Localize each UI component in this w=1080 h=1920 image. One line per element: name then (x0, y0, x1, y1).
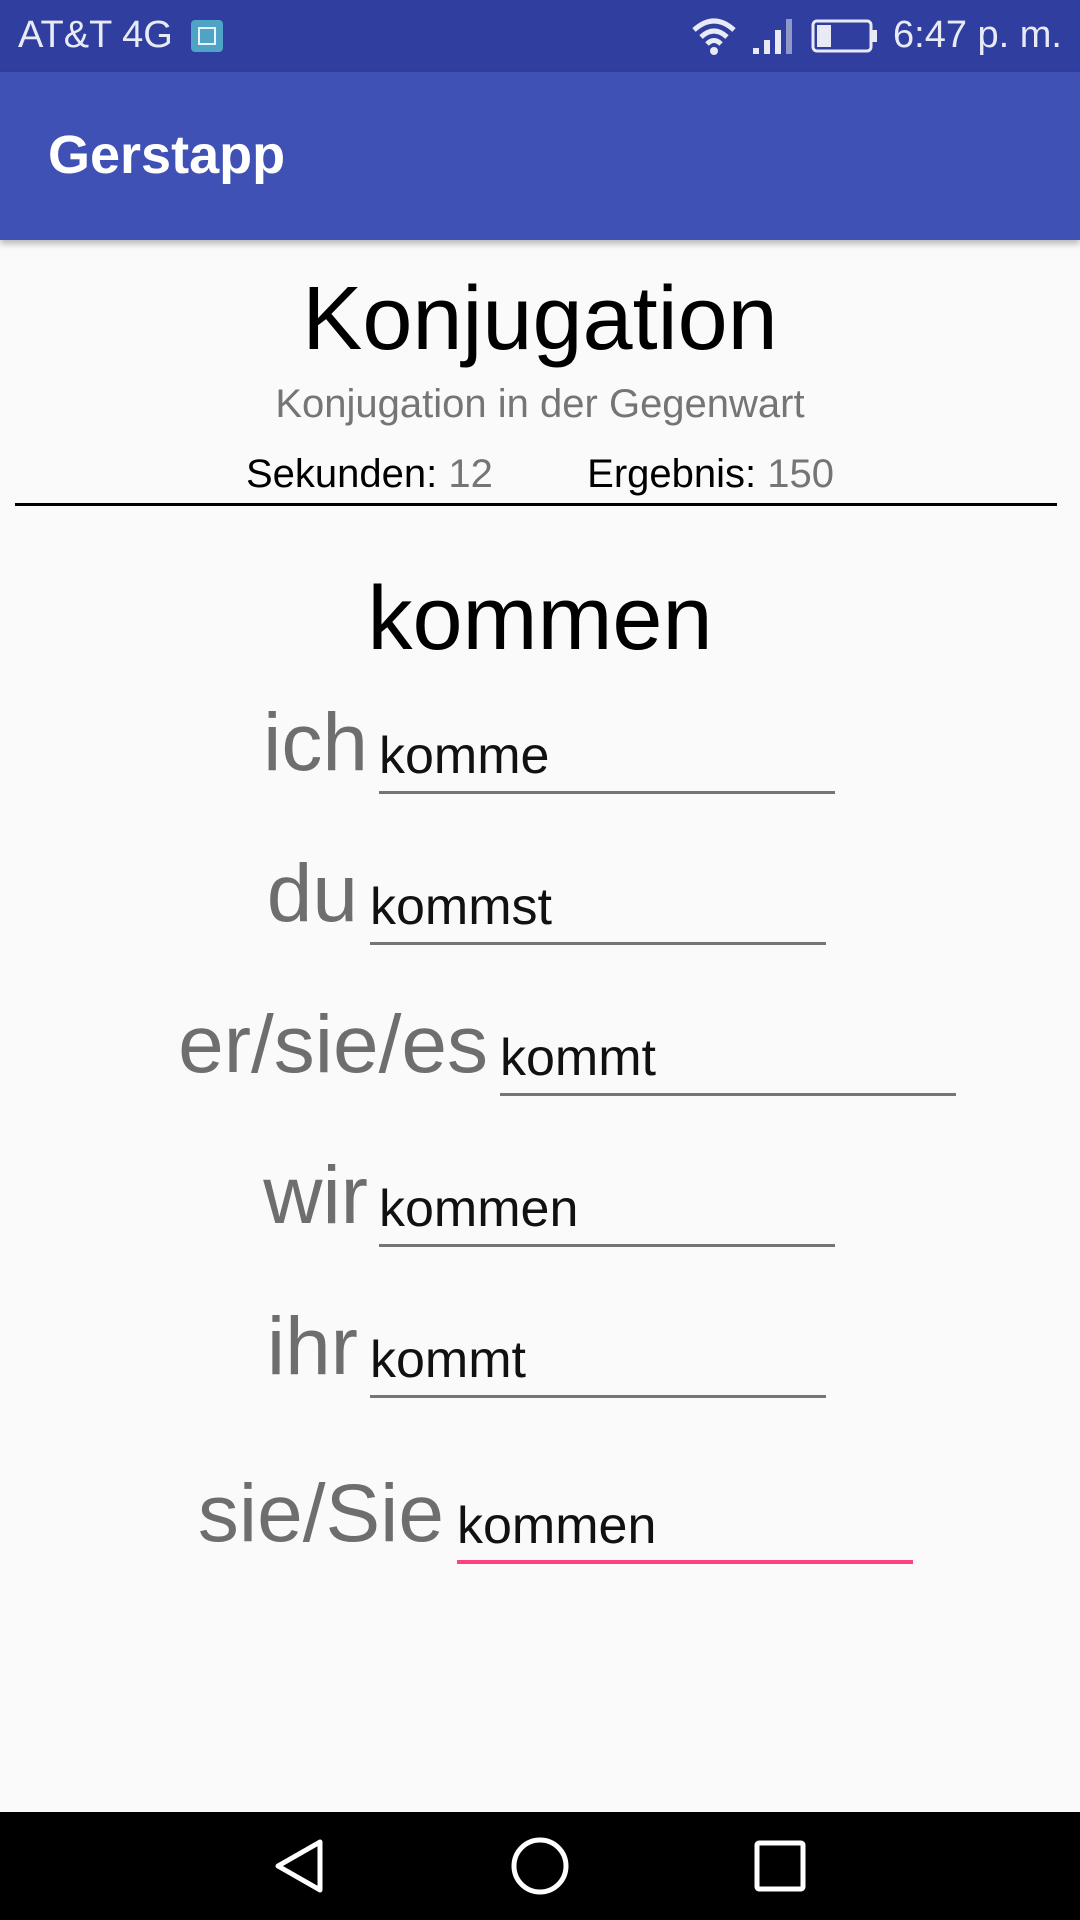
page-subtitle: Konjugation in der Gegenwart (275, 382, 805, 426)
pronoun-label: ich (263, 697, 368, 788)
answer-input-du[interactable]: kommst (370, 875, 826, 945)
cell-signal-icon (753, 18, 793, 54)
conjugation-row-sie-Sie: sie/Sie (0, 1455, 444, 1555)
status-bar: AT&T 4G 6:47 p. m. (0, 0, 1080, 72)
carrier-label: AT&T 4G (18, 14, 173, 56)
header-divider (15, 503, 1057, 506)
pronoun-label: sie/Sie (197, 1468, 444, 1559)
conjugation-row-ich: ich (0, 684, 368, 784)
pronoun-label: ihr (266, 1301, 358, 1392)
verb-title: kommen (367, 569, 713, 669)
page-title: Konjugation (302, 269, 778, 369)
navigation-bar (0, 1812, 1080, 1920)
pronoun-label: du (266, 848, 358, 939)
answer-input-ihr[interactable]: kommt (370, 1328, 826, 1398)
seconds-value: 12 (448, 452, 493, 496)
conjugation-row-wir: wir (0, 1137, 368, 1237)
wifi-icon (692, 18, 736, 55)
home-icon[interactable] (508, 1834, 572, 1898)
answer-input-sie-Sie[interactable]: kommen (457, 1494, 913, 1564)
pronoun-label: er/sie/es (178, 999, 488, 1090)
pronoun-label: wir (263, 1150, 368, 1241)
status-left: AT&T 4G (18, 14, 223, 57)
recents-icon[interactable] (748, 1834, 812, 1898)
battery-icon (811, 19, 878, 52)
score-value: 150 (767, 452, 834, 496)
status-right: 6:47 p. m. (691, 14, 1062, 57)
app-bar: Gerstapp (0, 72, 1080, 240)
score-label: Ergebnis: (587, 452, 757, 496)
seconds-label: Sekunden: (245, 452, 438, 496)
conjugation-row-er-sie-es: er/sie/es (0, 986, 488, 1086)
app-title: Gerstapp (48, 125, 286, 185)
conjugation-row-ihr: ihr (0, 1288, 358, 1388)
answer-input-wir[interactable]: kommen (379, 1177, 835, 1247)
answer-input-ich[interactable]: komme (379, 724, 835, 794)
stats-row: Sekunden: 12 Ergebnis: 150 (0, 452, 1080, 497)
conjugation-row-du: du (0, 835, 358, 935)
back-icon[interactable] (268, 1834, 332, 1898)
image-notification-icon (190, 19, 223, 52)
clock-label: 6:47 p. m. (893, 14, 1062, 56)
answer-input-er-sie-es[interactable]: kommt (500, 1026, 956, 1096)
